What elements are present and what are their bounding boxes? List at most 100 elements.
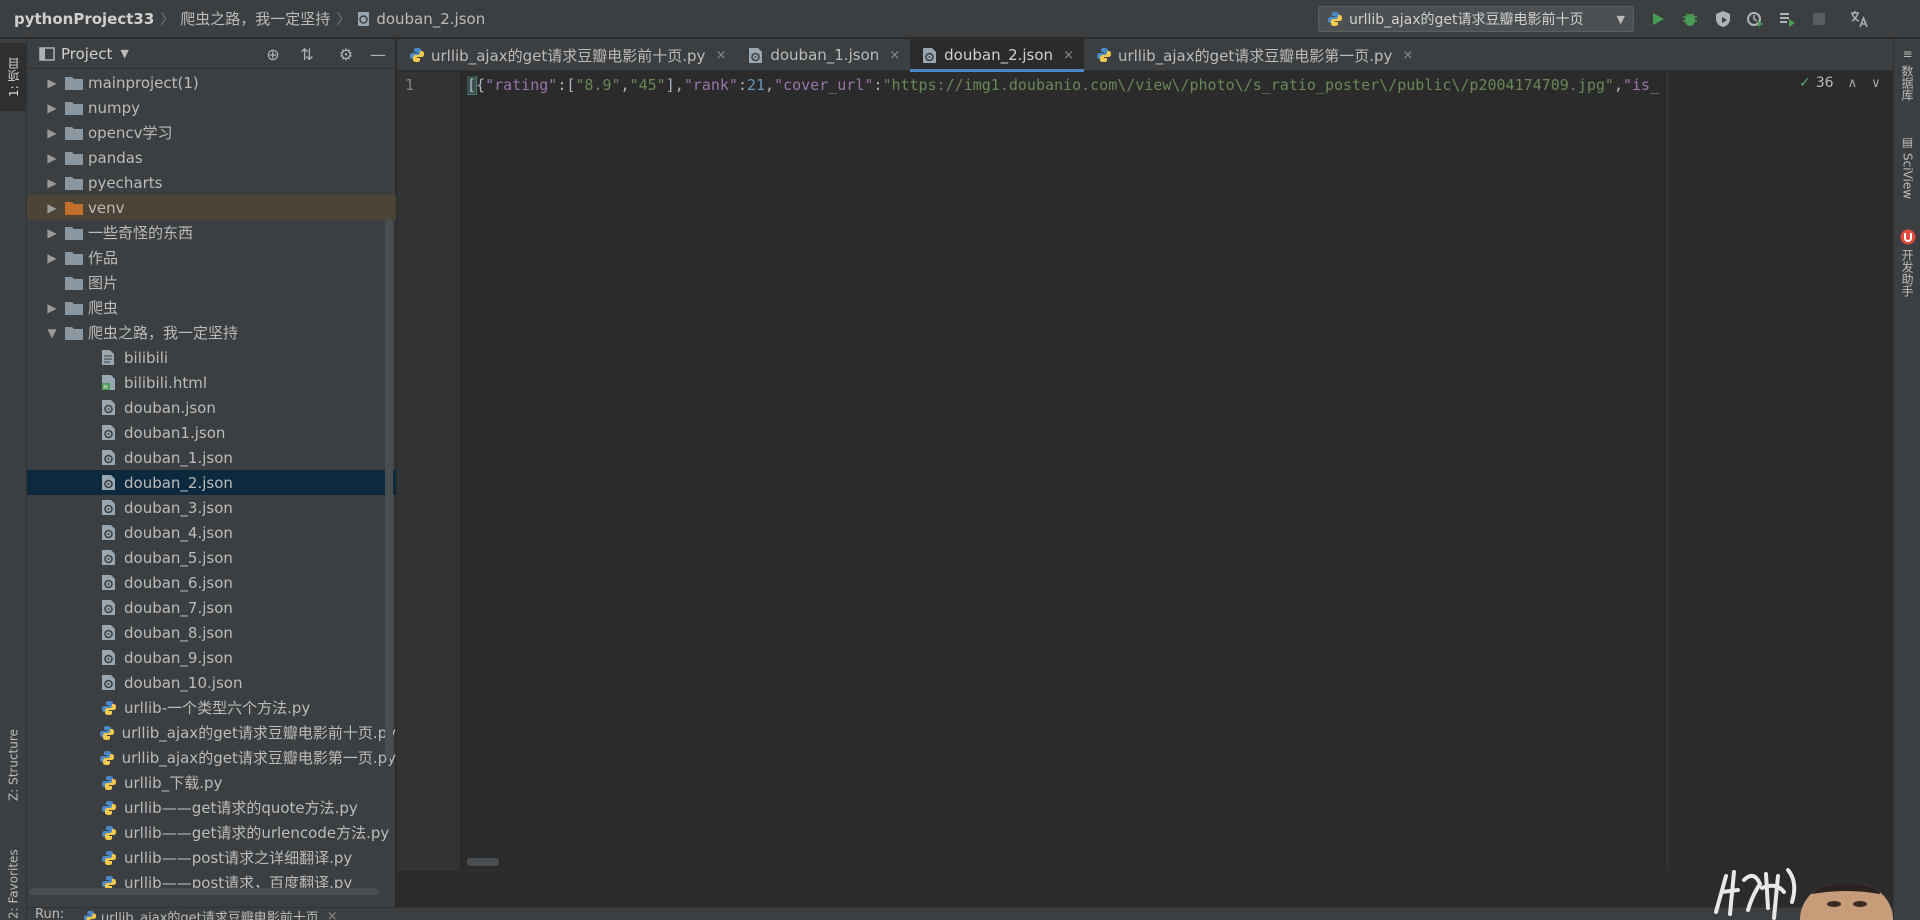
editor-tab[interactable]: douban_2.json × xyxy=(910,39,1084,72)
tree-file-row[interactable]: urllib_ajax的get请求豆瓣电影前十页.py xyxy=(27,720,396,745)
chevron-right-icon[interactable]: ▶ xyxy=(45,251,59,265)
chevron-right-icon[interactable]: ▶ xyxy=(45,101,59,115)
tree-folder-row[interactable]: ▶ 作品 xyxy=(27,245,396,270)
chevron-down-icon[interactable]: ▼ xyxy=(45,326,59,340)
profile-button[interactable] xyxy=(1745,9,1765,29)
chevron-down-icon: ▼ xyxy=(1616,12,1625,26)
debug-button[interactable] xyxy=(1680,9,1700,29)
vertical-scrollbar[interactable] xyxy=(385,219,393,759)
favorites-tool-tab[interactable]: 2: Favorites xyxy=(0,829,27,920)
chevron-down-icon[interactable]: ▼ xyxy=(120,47,128,60)
breadcrumb-folder[interactable]: 爬虫之路，我一定坚持 xyxy=(180,8,330,29)
close-icon[interactable]: × xyxy=(1063,48,1074,63)
close-icon[interactable]: × xyxy=(327,909,338,920)
gear-icon[interactable]: ⚙ xyxy=(336,44,356,64)
folder-icon xyxy=(65,76,83,90)
scrollbar-thumb[interactable] xyxy=(29,888,379,895)
tree-folder-row[interactable]: ▶ 一些奇怪的东西 xyxy=(27,220,396,245)
breadcrumb-project[interactable]: pythonProject33 xyxy=(14,10,154,28)
inspection-widget[interactable]: ✓ 36 ∧ ∨ xyxy=(1795,75,1881,91)
run-with-coverage-button[interactable] xyxy=(1713,9,1733,29)
code-token: , xyxy=(620,76,630,94)
structure-tool-tab[interactable]: Z: Structure xyxy=(0,709,27,821)
horizontal-scrollbar[interactable] xyxy=(27,888,396,896)
breadcrumb-file[interactable]: douban_2.json xyxy=(356,10,485,28)
tree-folder-row[interactable]: ▶ 爬虫 xyxy=(27,295,396,320)
tree-file-row[interactable]: douban_10.json xyxy=(27,670,396,695)
tree-item-icon xyxy=(101,775,119,791)
tree-file-row[interactable]: douban_2.json xyxy=(27,470,396,495)
project-panel-title[interactable]: Project xyxy=(61,45,112,63)
tree-file-row[interactable]: urllib_ajax的get请求豆瓣电影第一页.py xyxy=(27,745,396,770)
editor-tab-label: urllib_ajax的get请求豆瓣电影前十页.py xyxy=(431,46,706,65)
sciview-tool-tab[interactable]: ▤ SciView xyxy=(1894,135,1920,199)
chevron-up-icon[interactable]: ∧ xyxy=(1848,76,1858,91)
locate-file-icon[interactable]: ⊕ xyxy=(263,44,283,64)
tree-item-icon xyxy=(101,400,119,416)
tree-folder-row[interactable]: ▶ opencv学习 xyxy=(27,120,396,145)
editor-horizontal-scrollbar[interactable] xyxy=(467,858,499,866)
close-icon[interactable]: × xyxy=(1402,48,1413,63)
chevron-right-icon[interactable]: ▶ xyxy=(45,151,59,165)
chevron-right-icon[interactable]: ▶ xyxy=(45,226,59,240)
tree-file-row[interactable]: urllib_下载.py xyxy=(27,770,396,795)
tree-item-icon xyxy=(101,525,119,541)
database-tool-tab-label: 数据库 xyxy=(1900,65,1914,101)
run-tab[interactable]: urllib_ajax的get请求豆瓣电影前十页 × xyxy=(83,908,338,920)
tree-folder-row[interactable]: ▼ 爬虫之路，我一定坚持 xyxy=(27,320,396,345)
tree-file-row[interactable]: urllib——get请求的quote方法.py xyxy=(27,795,396,820)
tree-file-row[interactable]: douban.json xyxy=(27,395,396,420)
tree-file-row[interactable]: douban_5.json xyxy=(27,545,396,570)
editor-tab[interactable]: urllib_ajax的get请求豆瓣电影第一页.py × xyxy=(1084,39,1423,71)
code-token: , xyxy=(765,76,775,94)
tree-item-label: douban_5.json xyxy=(124,548,233,567)
python-icon xyxy=(100,750,115,765)
tree-folder-row[interactable]: ▶ numpy xyxy=(27,95,396,120)
code-line[interactable]: [{"rating":["8.9","45"],"rank":21,"cover… xyxy=(467,76,1857,96)
chevron-right-icon[interactable]: ▶ xyxy=(45,301,59,315)
editor-tab[interactable]: douban_1.json × xyxy=(736,39,910,71)
tree-folder-row[interactable]: ▶ mainproject(1) xyxy=(27,70,396,95)
tree-file-row[interactable]: urllib-一个类型六个方法.py xyxy=(27,695,396,720)
tree-file-row[interactable]: douban1.json xyxy=(27,420,396,445)
stop-button[interactable] xyxy=(1809,9,1829,29)
collapse-all-icon[interactable]: ⇅ xyxy=(297,44,317,64)
tree-file-row[interactable]: douban_3.json xyxy=(27,495,396,520)
editor-tab[interactable]: urllib_ajax的get请求豆瓣电影前十页.py × xyxy=(397,39,736,71)
chevron-right-icon[interactable]: ▶ xyxy=(45,76,59,90)
tree-folder-row[interactable]: ▶ pyecharts xyxy=(27,170,396,195)
chevron-right-icon[interactable]: ▶ xyxy=(45,176,59,190)
tree-folder-row[interactable]: ▶ pandas xyxy=(27,145,396,170)
chevron-right-icon[interactable]: ▶ xyxy=(45,201,59,215)
run-button[interactable] xyxy=(1648,9,1668,29)
translate-button[interactable] xyxy=(1849,9,1869,29)
database-tool-tab[interactable]: ≡ 数据库 xyxy=(1894,47,1920,101)
python-icon xyxy=(83,910,97,920)
tree-item-icon xyxy=(101,675,119,691)
chevron-down-icon[interactable]: ∨ xyxy=(1871,76,1881,91)
tree-file-row[interactable]: urllib——post请求之详细翻译.py xyxy=(27,845,396,870)
chevron-right-icon[interactable]: ▶ xyxy=(45,126,59,140)
code-editor[interactable]: 1 [{"rating":["8.9","45"],"rank":21,"cov… xyxy=(397,72,1893,870)
tree-item-icon xyxy=(101,825,119,841)
tree-item-icon xyxy=(101,425,119,441)
tree-file-row[interactable]: douban_4.json xyxy=(27,520,396,545)
tree-file-row[interactable]: douban_1.json xyxy=(27,445,396,470)
run-concurrency-button[interactable] xyxy=(1777,9,1797,29)
hide-panel-icon[interactable]: — xyxy=(368,44,388,64)
tree-file-row[interactable]: bilibili xyxy=(27,345,396,370)
tree-file-row[interactable]: douban_6.json xyxy=(27,570,396,595)
tree-folder-row[interactable]: ▶ venv xyxy=(27,195,396,220)
assistant-tool-tab[interactable]: 开发助手 xyxy=(1894,229,1920,297)
project-tool-tab[interactable]: 1: 项目 xyxy=(0,43,27,111)
run-configuration-select[interactable]: urllib_ajax的get请求豆瓣电影前十页 ▼ xyxy=(1318,6,1634,32)
tree-folder-row[interactable]: 图片 xyxy=(27,270,396,295)
close-icon[interactable]: × xyxy=(889,48,900,63)
tree-file-row[interactable]: douban_7.json xyxy=(27,595,396,620)
tree-file-row[interactable]: douban_9.json xyxy=(27,645,396,670)
tree-file-row[interactable]: douban_8.json xyxy=(27,620,396,645)
tree-file-row[interactable]: Hbilibili.html xyxy=(27,370,396,395)
translate-icon xyxy=(1851,11,1868,28)
close-icon[interactable]: × xyxy=(715,48,726,63)
tree-file-row[interactable]: urllib——get请求的urlencode方法.py xyxy=(27,820,396,845)
